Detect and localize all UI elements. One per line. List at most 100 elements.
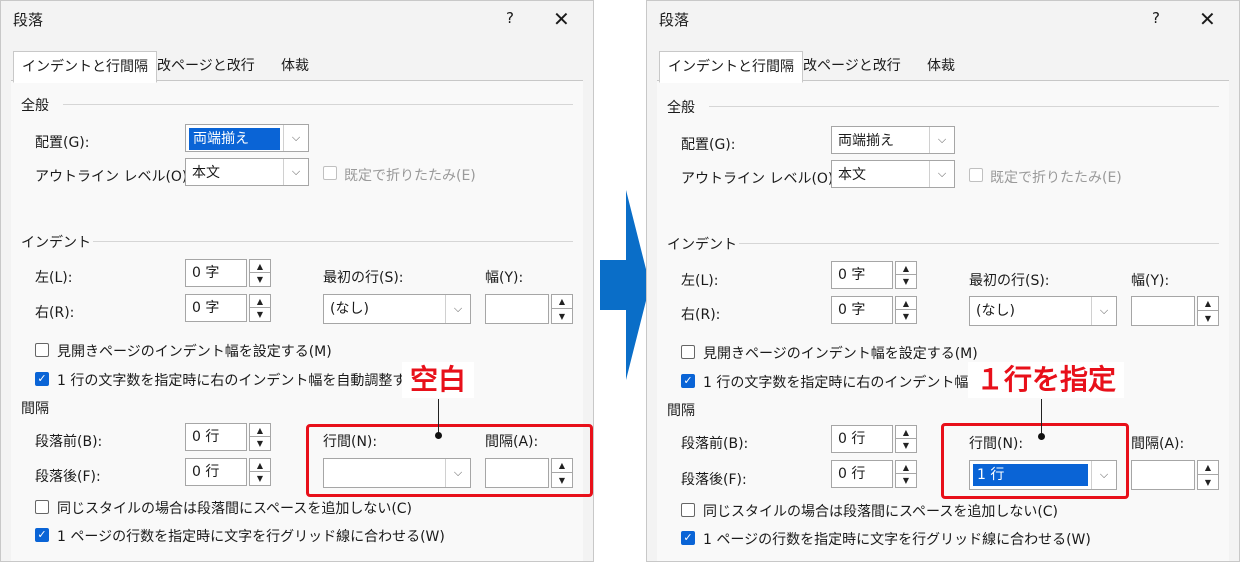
spin-up-icon[interactable]: ▲ [552,295,572,309]
spin-down-icon[interactable]: ▼ [896,310,916,323]
at-input[interactable] [1131,460,1195,490]
alignment-label: 配置(G): [35,135,90,151]
callout-one-line: １行を指定 [968,362,1125,398]
paragraph-dialog-after: 段落 ? ✕ インデントと行間隔 改ページと改行 体裁 全般 配置(G): 両端… [646,0,1240,562]
section-rule [739,243,1219,244]
spin-up-icon[interactable]: ▲ [896,297,916,310]
spin-down-icon[interactable]: ▼ [1198,475,1218,489]
no-space-label: 同じスタイルの場合は段落間にスペースを追加しない(C) [703,504,1059,520]
after-spinner[interactable]: ▲ ▼ [249,458,271,486]
collapsed-label: 既定で折りたたみ(E) [990,170,1122,186]
width-input[interactable] [1131,296,1195,326]
spin-up-icon[interactable]: ▲ [896,262,916,275]
spin-down-icon[interactable]: ▼ [250,472,270,485]
spin-down-icon[interactable]: ▼ [250,437,270,450]
chevron-down-icon: ⌵ [445,295,470,323]
indent-left-spinner[interactable]: ▲ ▼ [895,261,917,289]
spin-up-icon[interactable]: ▲ [250,260,270,273]
mirror-indent-checkbox[interactable] [35,343,49,357]
indent-right-input[interactable]: 0 字 [831,296,893,324]
outline-value: 本文 [192,165,220,181]
indent-left-input[interactable]: 0 字 [185,259,247,287]
arrow-right-icon [600,190,650,380]
section-general: 全般 [667,100,695,116]
after-input[interactable]: 0 行 [831,460,893,488]
no-space-checkbox[interactable] [681,503,695,517]
before-spinner[interactable]: ▲ ▼ [895,425,917,453]
mirror-indent-label: 見開きページのインデント幅を設定する(M) [57,344,332,360]
indent-left-label: 左(L): [681,273,719,289]
alignment-select[interactable]: 両端揃え ⌵ [185,124,309,152]
dialog-title: 段落 [659,11,690,29]
close-icon[interactable]: ✕ [1199,7,1216,31]
alignment-value: 両端揃え [189,128,280,150]
first-line-value: (なし) [976,303,1015,319]
help-button[interactable]: ? [506,9,514,27]
outline-select[interactable]: 本文 ⌵ [831,160,955,188]
spin-down-icon[interactable]: ▼ [896,275,916,288]
width-input[interactable] [485,294,549,324]
tab-indent-spacing[interactable]: インデントと行間隔 [13,51,157,83]
first-line-select[interactable]: (なし) ⌵ [323,294,471,324]
spin-down-icon[interactable]: ▼ [896,439,916,452]
chevron-down-icon: ⌵ [283,159,308,185]
pointer-line [438,399,439,435]
spin-up-icon[interactable]: ▲ [1198,297,1218,311]
tab-layout[interactable]: 体裁 [273,51,317,81]
spin-down-icon[interactable]: ▼ [250,308,270,321]
auto-indent-checkbox[interactable]: ✓ [681,374,695,388]
dialog-title: 段落 [13,11,44,29]
width-spinner[interactable]: ▲ ▼ [551,294,573,324]
spin-up-icon[interactable]: ▲ [250,459,270,472]
indent-right-label: 右(R): [681,307,721,323]
before-spinner[interactable]: ▲ ▼ [249,423,271,451]
grid-checkbox[interactable]: ✓ [35,528,49,542]
indent-right-spinner[interactable]: ▲ ▼ [895,296,917,324]
section-rule [709,106,1219,107]
spin-up-icon[interactable]: ▲ [896,461,916,474]
spin-up-icon[interactable]: ▲ [1198,461,1218,475]
close-icon[interactable]: ✕ [553,7,570,31]
indent-right-spinner[interactable]: ▲ ▼ [249,294,271,322]
spin-up-icon[interactable]: ▲ [250,424,270,437]
indent-left-input[interactable]: 0 字 [831,261,893,289]
grid-label: 1 ページの行数を指定時に文字を行グリッド線に合わせる(W) [57,529,445,545]
no-space-checkbox[interactable] [35,500,49,514]
outline-select[interactable]: 本文 ⌵ [185,158,309,186]
grid-label: 1 ページの行数を指定時に文字を行グリッド線に合わせる(W) [703,532,1091,548]
tab-page-breaks[interactable]: 改ページと改行 [795,51,909,81]
mirror-indent-checkbox[interactable] [681,345,695,359]
width-spinner[interactable]: ▲ ▼ [1197,296,1219,326]
after-spinner[interactable]: ▲ ▼ [895,460,917,488]
after-label: 段落後(F): [681,472,747,488]
spin-up-icon[interactable]: ▲ [896,426,916,439]
first-line-value: (なし) [330,301,369,317]
section-spacing: 間隔 [667,403,695,419]
pointer-dot [1038,433,1045,440]
spin-up-icon[interactable]: ▲ [250,295,270,308]
before-input[interactable]: 0 行 [185,423,247,451]
alignment-select[interactable]: 両端揃え ⌵ [831,126,955,154]
before-input[interactable]: 0 行 [831,425,893,453]
indent-right-input[interactable]: 0 字 [185,294,247,322]
at-spinner[interactable]: ▲ ▼ [1197,460,1219,490]
tab-indent-spacing[interactable]: インデントと行間隔 [659,51,803,83]
width-label: 幅(Y): [1131,273,1170,289]
section-rule [93,241,573,242]
collapsed-checkbox[interactable] [969,168,983,182]
outline-value: 本文 [838,167,866,183]
spin-down-icon[interactable]: ▼ [896,474,916,487]
indent-right-label: 右(R): [35,305,75,321]
first-line-select[interactable]: (なし) ⌵ [969,296,1117,326]
auto-indent-checkbox[interactable]: ✓ [35,372,49,386]
grid-checkbox[interactable]: ✓ [681,531,695,545]
tab-page-breaks[interactable]: 改ページと改行 [149,51,263,81]
help-button[interactable]: ? [1152,9,1160,27]
spin-down-icon[interactable]: ▼ [250,273,270,286]
spin-down-icon[interactable]: ▼ [1198,311,1218,325]
collapsed-checkbox[interactable] [323,166,337,180]
indent-left-spinner[interactable]: ▲ ▼ [249,259,271,287]
tab-layout[interactable]: 体裁 [919,51,963,81]
spin-down-icon[interactable]: ▼ [552,309,572,323]
after-input[interactable]: 0 行 [185,458,247,486]
